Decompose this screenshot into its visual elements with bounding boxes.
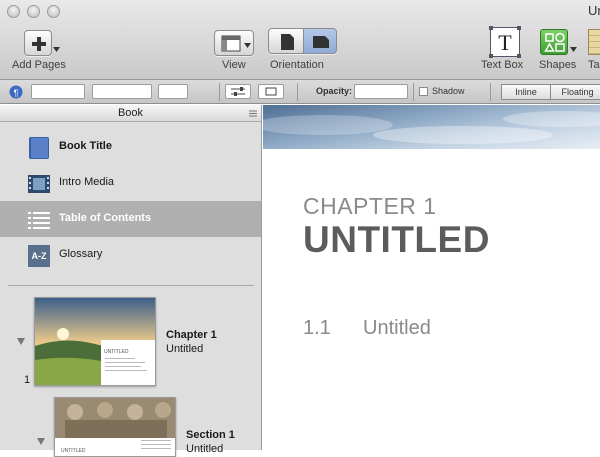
text-box-icon: T <box>498 30 512 55</box>
sidebar-item-label: Glossary <box>59 248 103 260</box>
minimize-window-button[interactable] <box>27 5 40 18</box>
chapter-thumbnail[interactable]: UNTITLED <box>34 297 156 386</box>
window-title: Un <box>588 3 600 18</box>
svg-text:¶: ¶ <box>14 88 19 98</box>
table-button[interactable] <box>588 29 600 55</box>
format-bar: ¶ Opacity: Shadow Inline Floating <box>0 80 600 104</box>
view-label: View <box>222 59 246 71</box>
shapes-label: Shapes <box>539 59 577 71</box>
section-number[interactable]: 1.1 <box>303 317 331 340</box>
sidebar-item-table-of-contents[interactable]: Table of Contents <box>0 201 261 237</box>
orientation-label: Orientation <box>270 59 324 71</box>
section-subtitle: Untitled <box>186 443 224 455</box>
shapes-icon <box>544 32 565 52</box>
zoom-window-button[interactable] <box>47 5 60 18</box>
color-well[interactable] <box>158 84 188 99</box>
plus-icon <box>32 37 46 51</box>
landscape-orientation-button[interactable] <box>303 28 337 54</box>
list-icon <box>28 212 50 229</box>
opacity-field[interactable] <box>354 84 408 99</box>
shadow-checkbox[interactable] <box>419 87 428 96</box>
close-window-button[interactable] <box>7 5 20 18</box>
sidebar-divider <box>8 285 254 286</box>
chapter-number[interactable]: CHAPTER 1 <box>303 193 437 220</box>
table-label: Ta <box>588 59 600 71</box>
window-toolbar: Un Add Pages View Orientation T <box>0 0 600 80</box>
adjust-button[interactable] <box>225 84 251 99</box>
resize-grip-icon[interactable] <box>249 110 257 117</box>
disclosure-triangle-icon[interactable] <box>17 338 25 345</box>
inline-button[interactable]: Inline <box>501 84 551 100</box>
floating-button[interactable]: Floating <box>550 84 600 100</box>
sidebar-header: Book <box>0 105 261 122</box>
section-title: Section 1 <box>186 429 235 441</box>
thumbnail-title: UNTITLED <box>104 349 129 355</box>
landscape-page-icon <box>313 36 329 48</box>
landscape-image <box>35 298 155 385</box>
opacity-label: Opacity: <box>316 86 353 96</box>
chapter-heading[interactable]: UNTITLED <box>303 219 490 261</box>
add-pages-button[interactable] <box>24 30 52 56</box>
chapter-page-number: 1 <box>24 374 31 386</box>
portrait-orientation-button[interactable] <box>268 28 304 54</box>
disclosure-triangle-icon[interactable] <box>37 438 45 445</box>
book-icon <box>29 137 49 159</box>
section-thumbnail[interactable]: UNTITLED <box>54 397 176 457</box>
sliders-icon <box>231 87 245 96</box>
book-sidebar: Book Book Title Intro Media Table of Con… <box>0 105 262 457</box>
clouds-image <box>263 111 600 144</box>
header-sky-image[interactable] <box>263 105 600 149</box>
sidebar-item-label: Book Title <box>59 140 112 152</box>
view-icon <box>221 35 251 52</box>
text-box-label: Text Box <box>481 59 524 71</box>
film-icon <box>28 175 50 193</box>
chapter-subtitle: Untitled <box>166 343 204 355</box>
chapter-title: Chapter 1 <box>166 329 217 341</box>
font-size-stepper[interactable] <box>31 84 85 99</box>
sidebar-item-label: Table of Contents <box>59 212 152 224</box>
az-icon: A-Z <box>28 245 50 267</box>
section-heading[interactable]: Untitled <box>363 317 431 340</box>
thumbnail-title: UNTITLED <box>61 448 86 454</box>
shapes-button[interactable] <box>540 29 568 55</box>
page-canvas[interactable]: CHAPTER 1 UNTITLED 1.1 Untitled <box>263 105 600 450</box>
style-dropdown[interactable] <box>92 84 152 99</box>
sidebar-item-intro-media[interactable]: Intro Media <box>0 165 261 201</box>
shapes-dropdown-icon[interactable] <box>570 47 577 52</box>
portrait-page-icon <box>281 34 294 50</box>
paragraph-icon[interactable]: ¶ <box>9 85 23 99</box>
svg-text:T: T <box>498 30 512 55</box>
add-pages-label: Add Pages <box>12 59 66 71</box>
view-button[interactable] <box>214 30 254 56</box>
shadow-label: Shadow <box>432 86 465 96</box>
dropdown-arrow-icon[interactable] <box>53 47 60 52</box>
sidebar-item-glossary[interactable]: A-Z Glossary <box>0 237 261 273</box>
sidebar-item-book-title[interactable]: Book Title <box>0 129 261 165</box>
frame-icon <box>265 87 277 96</box>
sidebar-item-label: Intro Media <box>59 176 115 188</box>
frame-button[interactable] <box>258 84 284 99</box>
text-box-button[interactable]: T <box>489 26 521 58</box>
